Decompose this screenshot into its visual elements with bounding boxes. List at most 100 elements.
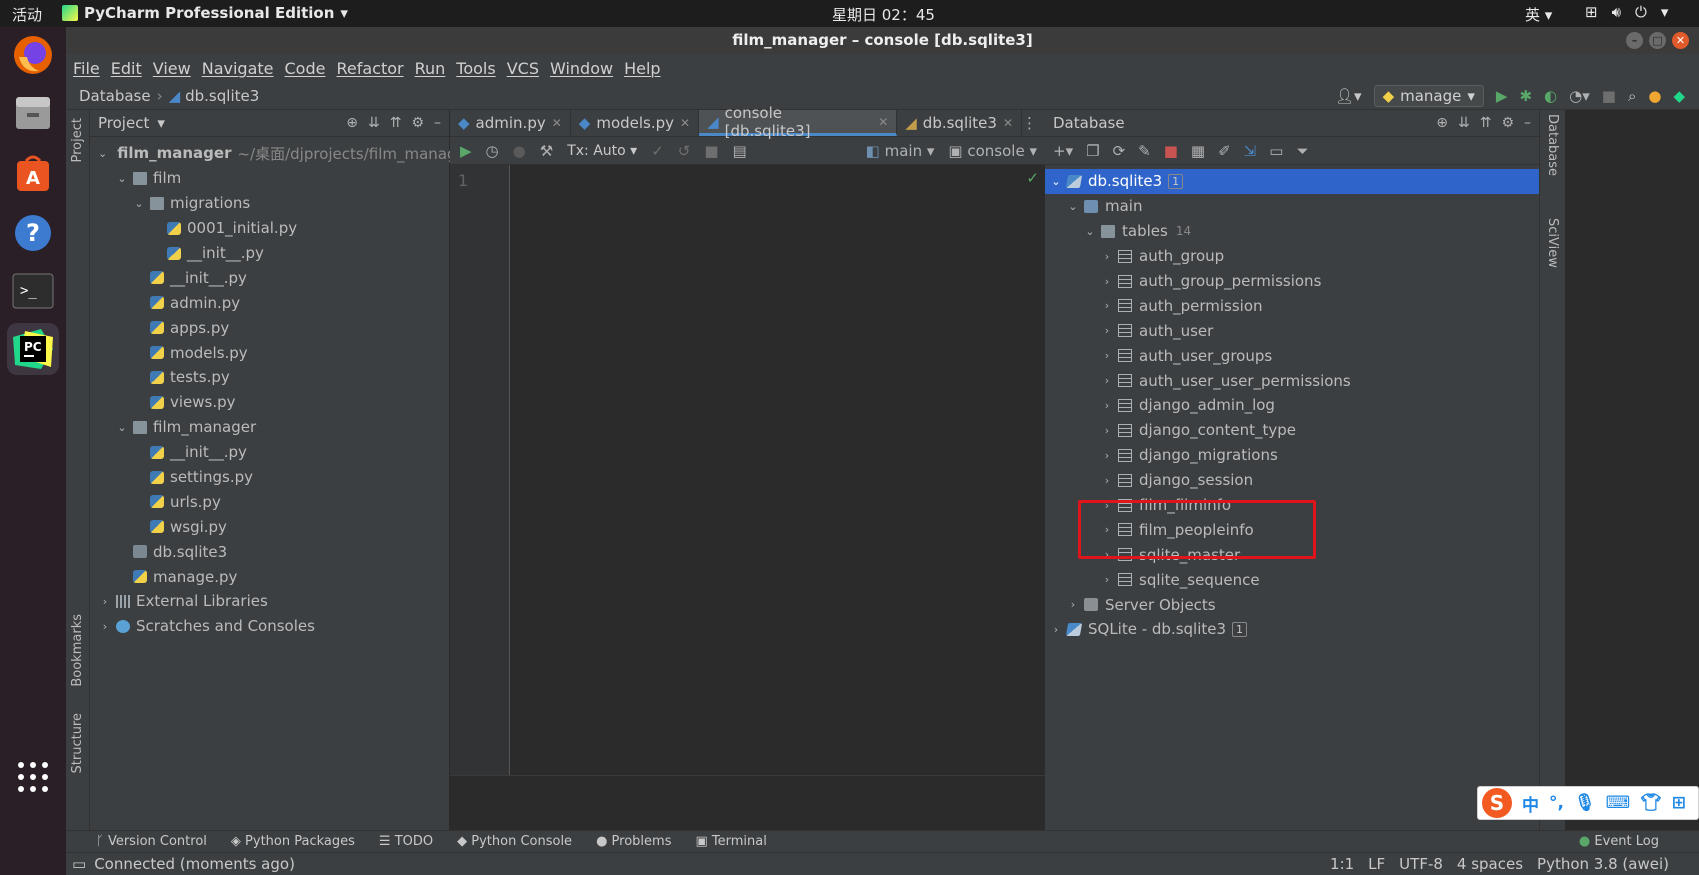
python-packages-tab[interactable]: ◈ Python Packages	[231, 834, 355, 849]
project-tree-item[interactable]: views.py	[90, 390, 449, 415]
project-tree-item[interactable]: 0001_initial.py	[90, 216, 449, 241]
software-center-icon[interactable]: A	[7, 147, 59, 199]
status-message[interactable]: Connected (moments ago)	[94, 855, 295, 873]
bookmarks-tool-button[interactable]: Bookmarks	[70, 614, 85, 687]
project-tree-item[interactable]: __init__.py	[90, 241, 449, 266]
chevron-down-icon[interactable]: ⌄	[132, 197, 146, 210]
project-tree-item[interactable]: admin.py	[90, 290, 449, 315]
project-tree-item[interactable]: __init__.py	[90, 440, 449, 465]
collapse-all-icon[interactable]: ⇈	[1480, 115, 1492, 131]
chevron-down-icon[interactable]: ⌄	[1066, 200, 1080, 213]
todo-tab[interactable]: ☰ TODO	[379, 834, 433, 849]
database-tree-item[interactable]: › auth_user_groups	[1045, 343, 1539, 368]
chevron-down-icon[interactable]: ⌄	[115, 421, 129, 434]
console-editor[interactable]: ✓	[510, 165, 1045, 775]
project-tree-item[interactable]: tests.py	[90, 365, 449, 390]
firefox-icon[interactable]	[7, 29, 59, 81]
database-tree-item[interactable]: › auth_group	[1045, 244, 1539, 269]
project-tree-item[interactable]: manage.py	[90, 564, 449, 589]
chevron-right-icon[interactable]: ›	[1100, 349, 1114, 362]
version-control-tab[interactable]: ᚴ Version Control	[96, 834, 207, 849]
line-separator[interactable]: LF	[1368, 855, 1385, 873]
chevron-right-icon[interactable]: ›	[1100, 449, 1114, 462]
hide-icon[interactable]: –	[434, 115, 441, 131]
menu-window[interactable]: Window	[550, 59, 613, 78]
python-console-tab[interactable]: ◆ Python Console	[457, 834, 572, 849]
file-encoding[interactable]: UTF-8	[1399, 855, 1443, 873]
sciview-tool-button[interactable]: SciView	[1545, 218, 1560, 268]
debug-icon[interactable]: ✱	[1519, 87, 1532, 105]
breadcrumb-root[interactable]: Database	[79, 87, 151, 105]
help-icon[interactable]: ?	[7, 207, 59, 259]
database-tree-item[interactable]: › Server Objects	[1045, 592, 1539, 617]
menu-file[interactable]: File	[73, 59, 100, 78]
problems-tab[interactable]: ● Problems	[596, 834, 671, 849]
toolbox-icon[interactable]: ⊞	[1672, 793, 1686, 813]
add-icon[interactable]: +▾	[1053, 142, 1073, 160]
project-panel-title[interactable]: Project	[98, 114, 149, 132]
edit-source-icon[interactable]: ✐	[1218, 142, 1231, 160]
project-tree-item[interactable]: apps.py	[90, 315, 449, 340]
menu-edit[interactable]: Edit	[111, 59, 142, 78]
pycharm-dock-icon[interactable]: PC	[7, 323, 59, 375]
database-tree-item[interactable]: › django_migrations	[1045, 443, 1539, 468]
chevron-right-icon[interactable]: ›	[98, 595, 112, 608]
stop-icon[interactable]: ■	[1602, 87, 1616, 105]
chevron-right-icon[interactable]: ›	[1100, 399, 1114, 412]
chevron-down-icon[interactable]: ⌄	[98, 147, 107, 160]
window-titlebar[interactable]: film_manager – console [db.sqlite3] – □ …	[66, 27, 1699, 54]
maximize-button[interactable]: □	[1649, 32, 1666, 49]
activities-button[interactable]: 活动	[12, 4, 42, 25]
cancel-icon[interactable]: ●	[513, 142, 526, 160]
locate-icon[interactable]: ⊕	[1436, 115, 1448, 131]
project-tree-item[interactable]: wsgi.py	[90, 514, 449, 539]
gear-icon[interactable]: ⚙	[411, 115, 424, 131]
close-icon[interactable]: ✕	[878, 115, 888, 129]
breadcrumb-item[interactable]: db.sqlite3	[185, 87, 259, 105]
collapse-all-icon[interactable]: ⇈	[390, 115, 402, 131]
ime-mode-toggle[interactable]: 中	[1522, 791, 1539, 816]
punctuation-icon[interactable]: °,	[1549, 793, 1564, 813]
input-method-indicator[interactable]: 英 ▾	[1525, 4, 1552, 25]
menu-view[interactable]: View	[153, 59, 191, 78]
hide-icon[interactable]: –	[1524, 115, 1531, 131]
properties-icon[interactable]: ✎	[1138, 142, 1151, 160]
project-tree-item[interactable]: › External Libraries	[90, 589, 449, 614]
menu-run[interactable]: Run	[415, 59, 446, 78]
chevron-right-icon[interactable]: ›	[1100, 474, 1114, 487]
database-tree-item[interactable]: › auth_user_user_permissions	[1045, 368, 1539, 393]
menu-code[interactable]: Code	[285, 59, 326, 78]
expand-all-icon[interactable]: ⇊	[1458, 115, 1470, 131]
system-tray[interactable]: ⊞ 🔊︎ ⏻ ▾	[1585, 3, 1668, 21]
database-tree-item[interactable]: ⌄ db.sqlite3 1	[1045, 169, 1539, 194]
gear-icon[interactable]: ⚙	[1501, 115, 1514, 131]
menu-navigate[interactable]: Navigate	[202, 59, 274, 78]
chevron-down-icon[interactable]: ▾	[157, 114, 165, 132]
copy-icon[interactable]: ❐	[1086, 142, 1099, 160]
menu-tools[interactable]: Tools	[456, 59, 495, 78]
sogou-logo-icon[interactable]: S	[1482, 788, 1512, 818]
run-config-selector[interactable]: ◆ manage ▾	[1373, 85, 1484, 107]
table-view-icon[interactable]: ▤	[733, 142, 747, 160]
menu-refactor[interactable]: Refactor	[336, 59, 403, 78]
disconnect-icon[interactable]: ■	[1164, 142, 1178, 160]
more-tabs-icon[interactable]: ⋮	[1022, 114, 1037, 132]
session-selector[interactable]: ▣ console ▾	[948, 142, 1037, 160]
database-tree-item[interactable]: › sqlite_sequence	[1045, 567, 1539, 592]
status-toggle-icon[interactable]: ▭	[72, 855, 86, 873]
show-applications-icon[interactable]	[7, 751, 59, 803]
close-icon[interactable]: ✕	[552, 116, 562, 130]
chevron-down-icon[interactable]: ⌄	[1049, 175, 1063, 188]
locate-icon[interactable]: ⊕	[346, 115, 358, 131]
updates-icon[interactable]: ●	[1648, 87, 1661, 105]
chevron-right-icon[interactable]: ›	[1049, 623, 1063, 636]
close-icon[interactable]: ✕	[1003, 116, 1013, 130]
terminal-tab[interactable]: ▣ Terminal	[695, 834, 766, 849]
chevron-right-icon[interactable]: ›	[1100, 324, 1114, 337]
project-tree-item[interactable]: ⌄ migrations	[90, 191, 449, 216]
database-tree-item[interactable]: › SQLite - db.sqlite3 1	[1045, 617, 1539, 642]
editor-tab[interactable]: ◢ db.sqlite3 ✕	[897, 110, 1022, 136]
project-tree-item[interactable]: urls.py	[90, 489, 449, 514]
table-editor-icon[interactable]: ▦	[1191, 142, 1205, 160]
coverage-icon[interactable]: ◐	[1544, 87, 1557, 105]
